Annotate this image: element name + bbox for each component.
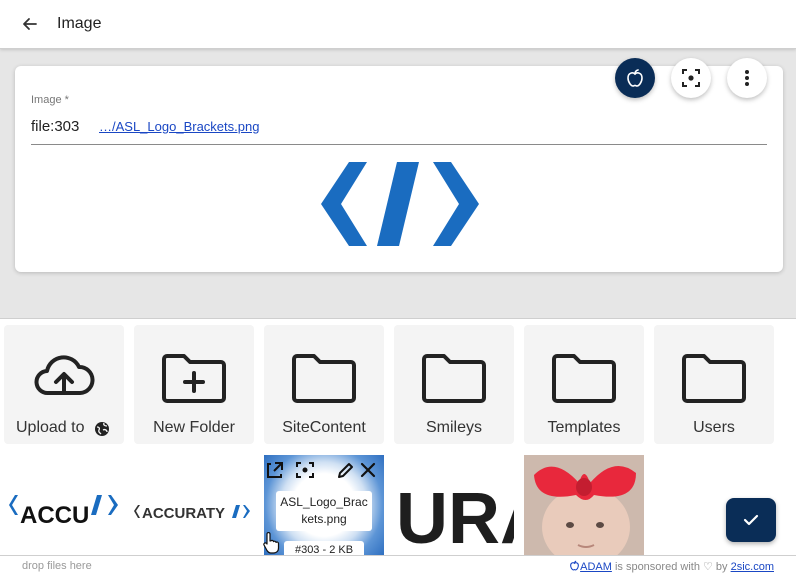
check-icon: [743, 514, 759, 526]
folder-tile-smileys[interactable]: Smileys: [394, 325, 514, 444]
tile-label: Users: [693, 419, 735, 436]
open-external-icon[interactable]: [267, 462, 283, 478]
thumbnail-row: ACCU ACCURATY ASL_Logo_Brackets.png #303…: [0, 455, 796, 555]
focus-button[interactable]: [671, 58, 711, 98]
folder-tile-users[interactable]: Users: [654, 325, 774, 444]
tile-label: Smileys: [425, 419, 482, 436]
more-vertical-icon: [745, 70, 749, 86]
folder-plus-icon: [162, 354, 226, 403]
thumbnail-baby-photo[interactable]: [524, 455, 644, 555]
globe-icon: [95, 422, 109, 436]
thumbnail-toolbar: [267, 462, 376, 478]
brackets-logo-preview: [321, 162, 479, 246]
field-underline: [31, 144, 767, 145]
field-value[interactable]: file:303: [31, 118, 79, 135]
baby-photo: [524, 455, 644, 555]
sponsor-link[interactable]: 2sic.com: [731, 561, 774, 573]
thumbnail-ura[interactable]: URA: [394, 455, 514, 555]
arrow-left-icon: [23, 18, 37, 30]
thumbnail-filename: ASL_Logo_Brackets.png: [276, 491, 372, 531]
focus-icon[interactable]: [296, 462, 314, 478]
folder-icon: [292, 354, 356, 403]
footer-bar: drop files here ADAM is sponsored with ♡…: [0, 555, 796, 577]
upload-tile[interactable]: Upload to: [4, 325, 124, 444]
apple-icon: [570, 560, 580, 571]
tile-label: Upload to: [16, 419, 85, 436]
new-folder-tile[interactable]: New Folder: [134, 325, 254, 444]
folder-tile-sitecontent[interactable]: SiteContent: [264, 325, 384, 444]
drop-files-hint: drop files here: [22, 560, 92, 572]
sponsor-text: is sponsored with ♡ by: [611, 561, 731, 573]
close-icon[interactable]: [360, 462, 376, 478]
folder-tile-templates[interactable]: Templates: [524, 325, 644, 444]
header-bar: Image: [0, 0, 796, 49]
file-link[interactable]: …/ASL_Logo_Brackets.png: [99, 119, 259, 134]
svg-text:ACCURATY: ACCURATY: [142, 505, 225, 522]
svg-text:ACCU: ACCU: [20, 502, 89, 529]
accuraty-logo: ACCURATY: [134, 505, 250, 522]
focus-icon: [682, 69, 700, 87]
accu-logo: ACCU: [9, 495, 118, 529]
ura-logo: URA: [396, 479, 514, 555]
sponsor-note: ADAM is sponsored with ♡ by 2sic.com: [569, 560, 774, 573]
thumbnail-accu[interactable]: ACCU: [0, 455, 130, 555]
thumbnail-meta: #303 - 2 KB: [284, 541, 364, 555]
page-title: Image: [57, 15, 102, 32]
cloud-upload-icon: [34, 355, 95, 395]
tile-label: Templates: [547, 419, 621, 436]
field-label: Image *: [31, 94, 69, 106]
more-button[interactable]: [727, 58, 767, 98]
tile-label: SiteContent: [282, 419, 366, 436]
adam-link[interactable]: ADAM: [580, 561, 612, 573]
pencil-icon[interactable]: [338, 463, 353, 478]
thumbnail-asl-logo-selected[interactable]: ASL_Logo_Brackets.png #303 - 2 KB: [264, 455, 384, 555]
adam-button[interactable]: [615, 58, 655, 98]
image-field-card: Image * file:303 …/ASL_Logo_Brackets.png: [15, 66, 783, 272]
file-browser-panel: Upload to New Folder SiteContent Smileys…: [0, 318, 796, 577]
folder-icon: [552, 354, 616, 403]
apple-icon: [627, 69, 643, 87]
confirm-button[interactable]: [726, 498, 776, 542]
back-button[interactable]: [16, 10, 44, 38]
tile-label: New Folder: [153, 419, 235, 436]
svg-text:URA: URA: [396, 479, 514, 555]
hand-cursor-icon: [263, 532, 280, 554]
folder-icon: [422, 354, 486, 403]
folder-icon: [682, 354, 746, 403]
thumbnail-accuraty[interactable]: ACCURATY: [130, 455, 260, 555]
